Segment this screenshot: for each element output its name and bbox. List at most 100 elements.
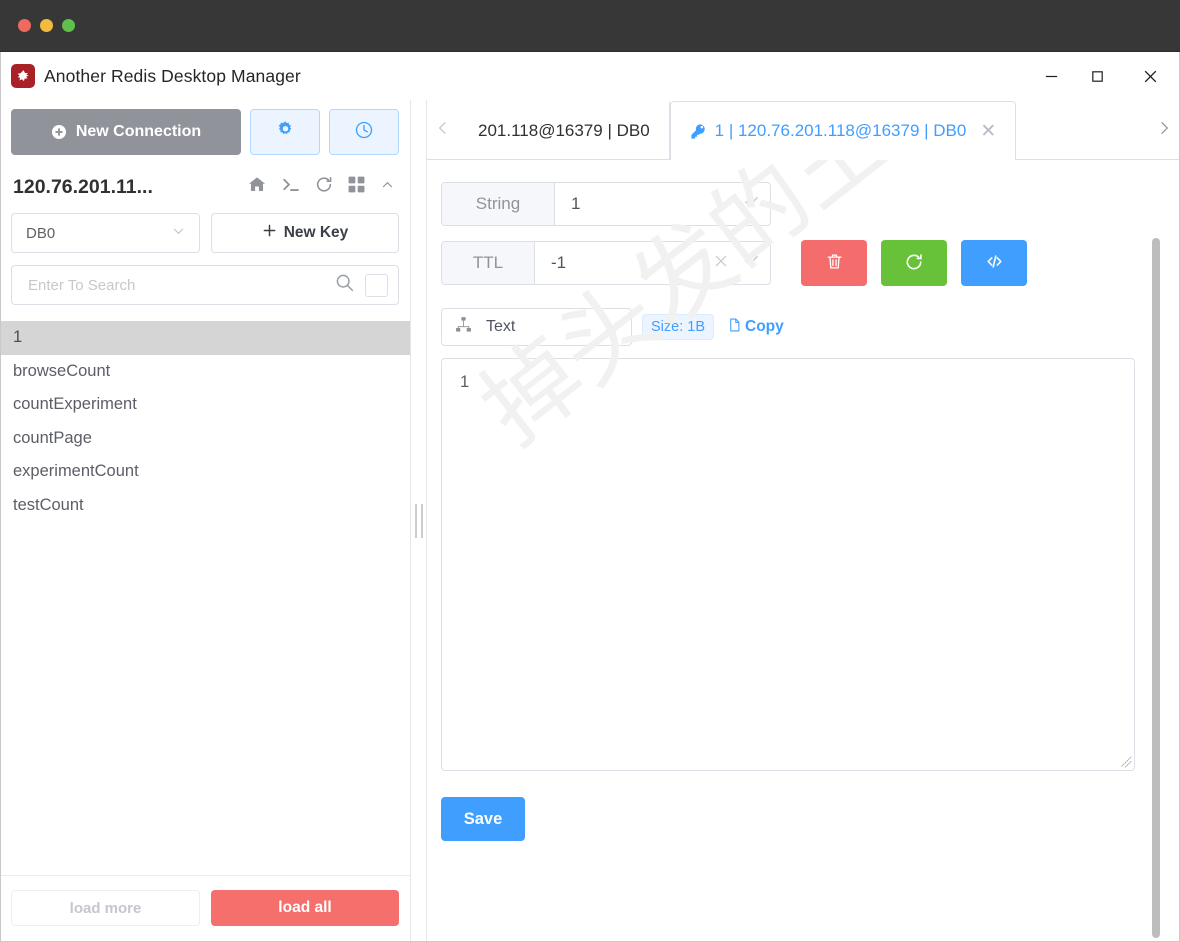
- window-controls: [1028, 52, 1180, 100]
- resize-handle-icon[interactable]: [1118, 754, 1132, 768]
- key-name-value: 1: [571, 194, 581, 213]
- sidebar-toolbar: New Connection: [0, 100, 410, 155]
- ttl-field[interactable]: -1: [535, 242, 770, 284]
- close-icon[interactable]: ✕: [980, 122, 996, 141]
- key-label: browseCount: [13, 361, 111, 380]
- list-item[interactable]: countPage: [0, 422, 410, 456]
- ttl-value: -1: [551, 253, 567, 272]
- close-icon[interactable]: [713, 253, 729, 274]
- app-window: Another Redis Desktop Manager New Connec…: [0, 0, 1180, 942]
- list-item[interactable]: experimentCount: [0, 455, 410, 489]
- key-search-field[interactable]: [11, 265, 399, 305]
- tab-connection-overview[interactable]: 201.118@16379 | DB0: [459, 101, 670, 159]
- load-more-button[interactable]: load more: [11, 890, 200, 926]
- format-select-value: Text: [486, 318, 516, 335]
- chevron-up-icon[interactable]: [379, 178, 396, 197]
- maximize-icon[interactable]: [1074, 52, 1120, 100]
- key-type-label: String: [442, 183, 555, 225]
- body-split: New Connection 120.76.201.11... DB0 New …: [0, 100, 1180, 942]
- search-input[interactable]: [12, 276, 334, 294]
- key-action-buttons: [801, 240, 1027, 286]
- exact-match-checkbox[interactable]: [365, 273, 388, 297]
- delete-key-button[interactable]: [801, 240, 867, 286]
- save-button[interactable]: Save: [441, 797, 525, 841]
- check-icon[interactable]: [743, 193, 760, 215]
- key-editor: 掉头发的王富贵 String 1 TTL -1 Text Size: 1B Co…: [427, 160, 1180, 942]
- sidebar-footer: load more load all: [0, 875, 410, 942]
- new-key-button[interactable]: New Key: [211, 213, 399, 253]
- settings-button[interactable]: [250, 109, 320, 155]
- plus-icon: [262, 223, 277, 243]
- size-badge: Size: 1B: [642, 314, 714, 340]
- value-format-row: Text Size: 1B Copy: [441, 308, 1180, 346]
- home-icon[interactable]: [247, 175, 267, 199]
- list-item[interactable]: testCount: [0, 489, 410, 523]
- open-console-button[interactable]: [961, 240, 1027, 286]
- clock-icon: [354, 120, 374, 145]
- document-icon: [727, 317, 742, 338]
- window-border-left: [0, 52, 1, 942]
- close-icon[interactable]: [1120, 52, 1180, 100]
- connection-name: 120.76.201.11...: [13, 175, 153, 198]
- chevron-right-icon: [1156, 118, 1172, 143]
- new-key-label: New Key: [283, 224, 349, 241]
- reload-key-button[interactable]: [881, 240, 947, 286]
- app-title: Another Redis Desktop Manager: [44, 65, 301, 86]
- grid-icon[interactable]: [347, 175, 366, 199]
- redis-logo-icon: [11, 64, 35, 88]
- list-item[interactable]: browseCount: [0, 355, 410, 389]
- tab-label: 201.118@16379 | DB0: [478, 120, 650, 140]
- key-label: countPage: [13, 428, 92, 447]
- key-name-field[interactable]: 1: [555, 183, 770, 225]
- copy-label: Copy: [745, 318, 784, 335]
- key-label: testCount: [13, 495, 84, 514]
- list-item[interactable]: countExperiment: [0, 388, 410, 422]
- db-controls: DB0 New Key: [0, 203, 410, 253]
- panel-splitter[interactable]: [411, 100, 427, 942]
- traffic-light-zoom[interactable]: [62, 19, 75, 32]
- check-icon[interactable]: [743, 252, 760, 274]
- db-select[interactable]: DB0: [11, 213, 200, 253]
- window-header: Another Redis Desktop Manager: [0, 52, 1180, 100]
- code-icon: [984, 252, 1005, 274]
- key-list: 1 browseCount countExperiment countPage …: [0, 321, 410, 875]
- connection-header: 120.76.201.11...: [0, 155, 410, 203]
- splitter-grip: [415, 504, 422, 538]
- new-connection-button[interactable]: New Connection: [11, 109, 241, 155]
- value-textarea[interactable]: 1: [441, 358, 1135, 771]
- key-label: experimentCount: [13, 462, 139, 481]
- main-panel: 201.118@16379 | DB0 1 | 120.76.201.118@1…: [427, 100, 1180, 942]
- traffic-light-close[interactable]: [18, 19, 31, 32]
- new-connection-label: New Connection: [75, 123, 202, 140]
- trash-icon: [825, 252, 844, 274]
- tab-key-detail[interactable]: 1 | 120.76.201.118@16379 | DB0 ✕: [669, 101, 1017, 160]
- key-name-row: String 1: [441, 182, 1180, 226]
- os-titlebar: [0, 0, 1180, 52]
- db-select-value: DB0: [26, 224, 56, 242]
- tab-label: 1 | 120.76.201.118@16379 | DB0: [714, 121, 967, 140]
- ttl-icons: [703, 252, 760, 274]
- plus-circle-icon: [51, 125, 66, 139]
- chevron-down-icon: [603, 318, 620, 337]
- gear-icon: [276, 120, 295, 144]
- tab-scroll-left-button[interactable]: [427, 101, 459, 159]
- minimize-icon[interactable]: [1028, 52, 1074, 100]
- key-label: 1: [13, 328, 23, 347]
- traffic-light-minimize[interactable]: [40, 19, 53, 32]
- copy-button[interactable]: Copy: [727, 317, 784, 338]
- history-button[interactable]: [329, 109, 399, 155]
- format-select[interactable]: Text: [441, 308, 632, 346]
- terminal-icon[interactable]: [280, 175, 301, 199]
- ttl-label: TTL: [442, 242, 535, 284]
- sidebar: New Connection 120.76.201.11... DB0 New …: [0, 100, 411, 942]
- tab-scroll-right-button[interactable]: [1148, 101, 1180, 159]
- list-item[interactable]: 1: [0, 321, 410, 355]
- key-icon: [690, 123, 707, 140]
- connection-actions: [247, 175, 396, 199]
- load-all-button[interactable]: load all: [211, 890, 399, 926]
- main-scrollbar[interactable]: [1152, 238, 1160, 938]
- search-icon[interactable]: [334, 272, 355, 298]
- key-label: countExperiment: [13, 395, 137, 414]
- refresh-icon: [904, 252, 924, 275]
- refresh-icon[interactable]: [314, 175, 334, 199]
